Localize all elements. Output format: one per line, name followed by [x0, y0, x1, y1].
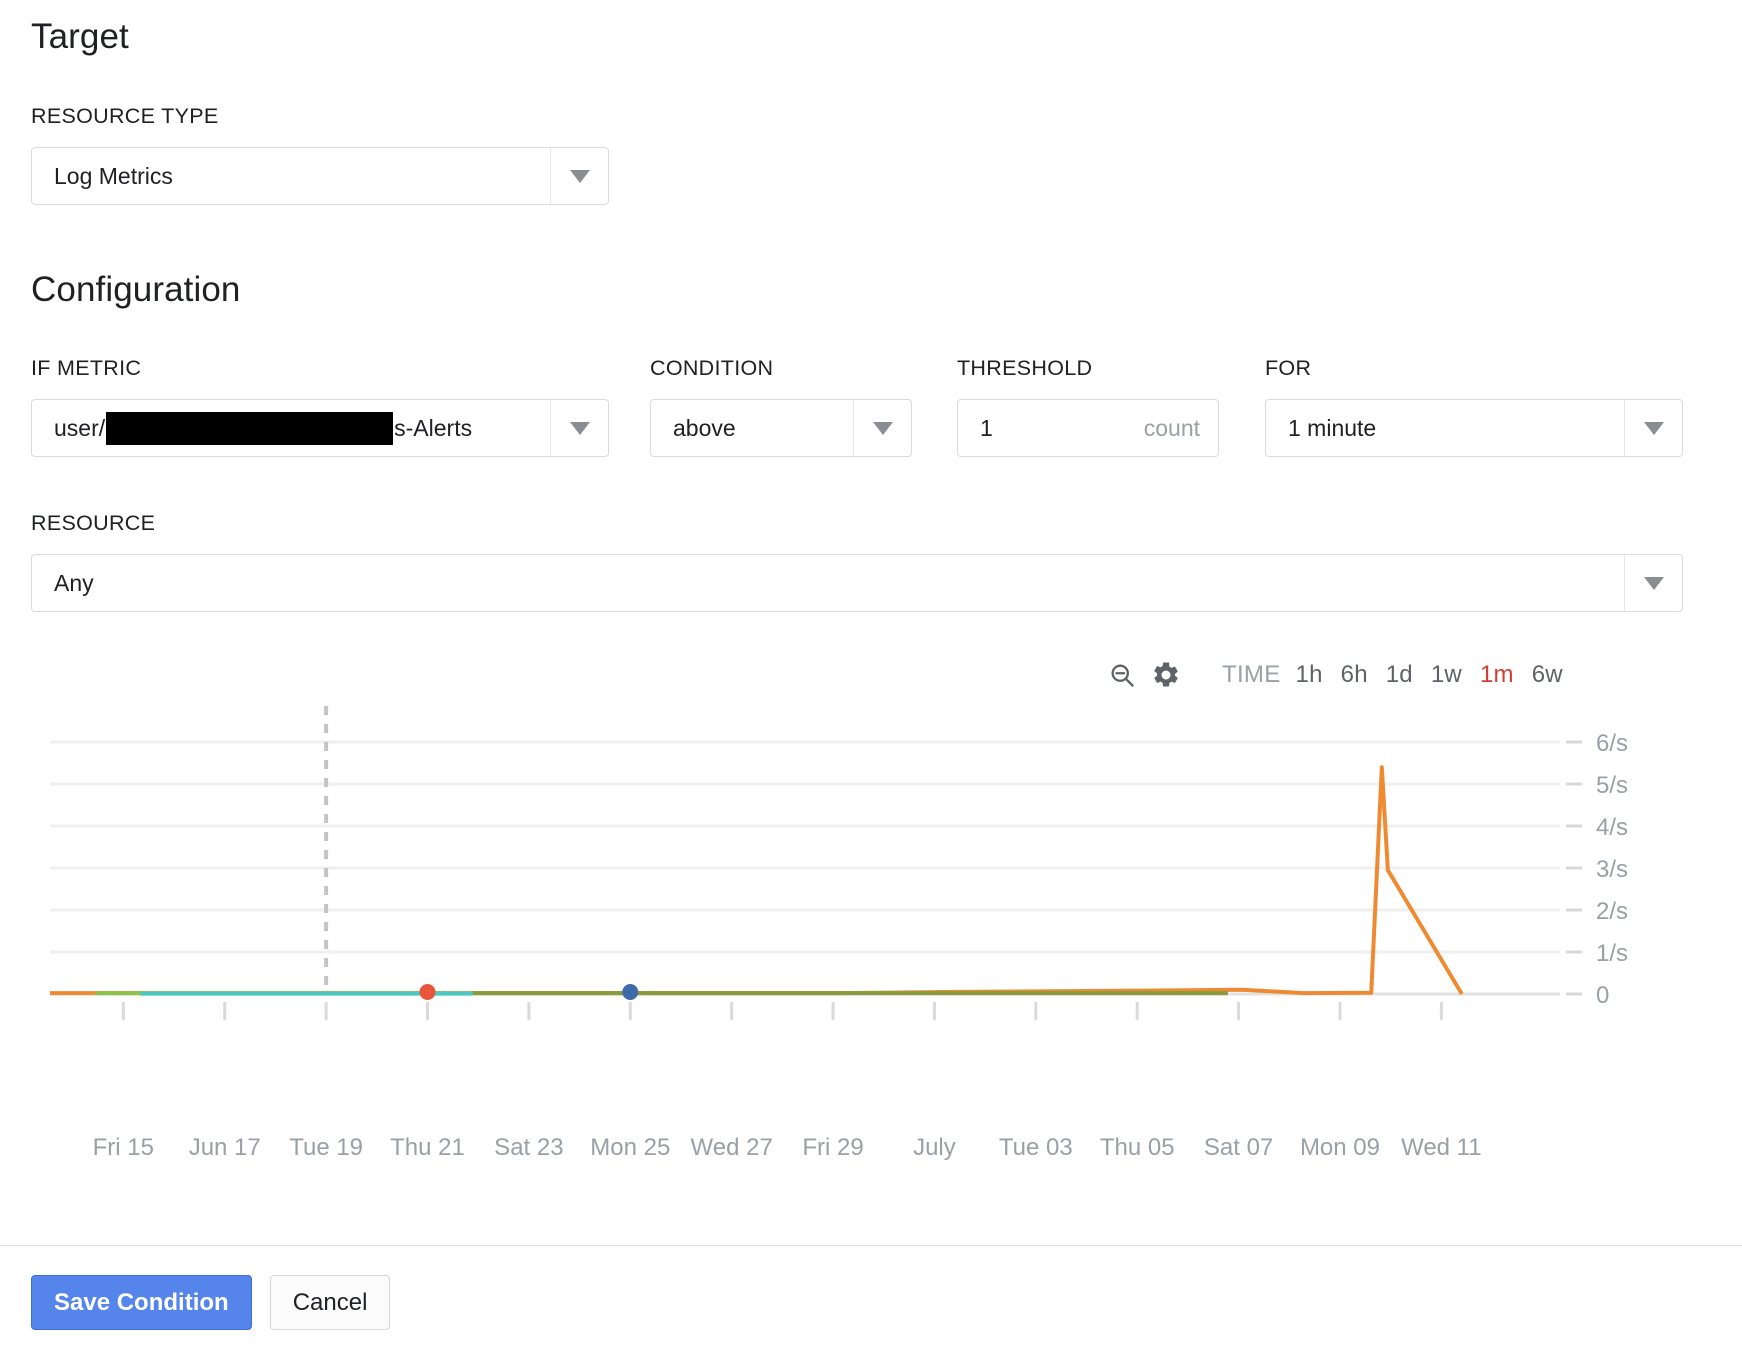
x-tick-label: Fri 29	[802, 1134, 864, 1161]
x-tick-label: July	[913, 1134, 956, 1161]
svg-text:0: 0	[1596, 982, 1609, 1009]
range-1m[interactable]: 1m	[1471, 661, 1523, 689]
if-metric-suffix: s-Alerts	[394, 414, 473, 441]
threshold-value: 1	[980, 414, 993, 441]
resource-value: Any	[54, 569, 94, 596]
chart-x-axis: Fri 15 Jun 17 Tue 19 Thu 21 Sat 23 Mon 25 Wed …	[0, 1128, 1742, 1168]
x-tick-label: Mon 25	[590, 1134, 671, 1161]
for-value: 1 minute	[1288, 414, 1377, 441]
range-6h[interactable]: 6h	[1332, 661, 1377, 689]
for-select[interactable]: 1 minute	[1265, 399, 1683, 457]
footer-actions: Save Condition Cancel	[31, 1275, 391, 1330]
chevron-down-icon[interactable]	[853, 400, 911, 456]
x-tick-label: Jun 17	[188, 1134, 261, 1161]
svg-text:6/s: 6/s	[1596, 730, 1628, 757]
x-tick-label: Mon 09	[1299, 1134, 1380, 1161]
gear-icon[interactable]	[1144, 655, 1188, 695]
threshold-input[interactable]: 1 count	[957, 399, 1219, 457]
series-line	[50, 765, 1464, 996]
chart-gridlines	[50, 740, 1582, 996]
x-tick-label: Fri 15	[92, 1134, 155, 1161]
range-6w[interactable]: 6w	[1523, 661, 1572, 689]
range-1h[interactable]: 1h	[1287, 661, 1332, 689]
footer-divider	[0, 1245, 1742, 1246]
chart-x-axis-ticks	[121, 1002, 1443, 1020]
range-1w[interactable]: 1w	[1422, 661, 1471, 689]
if-metric-select[interactable]: user/s-Alerts	[31, 399, 609, 457]
range-1d[interactable]: 1d	[1377, 661, 1422, 689]
condition-label: CONDITION	[650, 356, 774, 380]
point-marker-blue	[622, 984, 639, 1000]
x-tick-label: Sat 23	[494, 1134, 564, 1161]
redaction-block	[106, 411, 394, 445]
x-tick-label: Thu 05	[1099, 1134, 1175, 1161]
time-label: TIME	[1222, 661, 1281, 688]
resource-type-label: RESOURCE TYPE	[31, 104, 219, 128]
if-metric-value: user/s-Alerts	[32, 400, 550, 456]
resource-select[interactable]: Any	[31, 554, 1683, 612]
save-condition-button[interactable]: Save Condition	[31, 1275, 252, 1330]
svg-text:3/s: 3/s	[1596, 856, 1628, 883]
condition-select[interactable]: above	[650, 399, 912, 457]
chevron-down-icon[interactable]	[550, 400, 608, 456]
svg-text:1/s: 1/s	[1596, 940, 1628, 967]
chevron-down-icon[interactable]	[550, 148, 608, 204]
if-metric-prefix: user/	[54, 414, 106, 441]
metric-chart[interactable]: 6/s 5/s 4/s 3/s 2/s 1/s 0	[0, 690, 1742, 1130]
cancel-button[interactable]: Cancel	[269, 1275, 391, 1330]
svg-text:4/s: 4/s	[1596, 814, 1628, 841]
threshold-label: THRESHOLD	[957, 356, 1093, 380]
chevron-down-icon[interactable]	[1624, 555, 1682, 611]
chart-toolbar: TIME 1h 6h 1d 1w 1m 6w	[1100, 655, 1572, 695]
x-tick-label: Tue 03	[998, 1134, 1073, 1161]
point-marker-red	[419, 984, 436, 1000]
x-tick-label: Tue 19	[289, 1134, 364, 1161]
chevron-down-icon[interactable]	[1624, 400, 1682, 456]
svg-text:2/s: 2/s	[1596, 898, 1628, 925]
for-label: FOR	[1265, 356, 1312, 380]
threshold-unit: count	[1143, 414, 1200, 441]
page-title: Target	[31, 17, 129, 56]
resource-label: RESOURCE	[31, 511, 156, 535]
svg-text:5/s: 5/s	[1596, 772, 1628, 799]
x-tick-label: Thu 21	[390, 1134, 465, 1161]
if-metric-label: IF METRIC	[31, 356, 142, 380]
x-tick-label: Sat 07	[1203, 1134, 1274, 1161]
configuration-heading: Configuration	[31, 270, 241, 309]
x-tick-label: Wed 27	[690, 1134, 773, 1161]
resource-type-value: Log Metrics	[54, 162, 173, 189]
zoom-out-icon[interactable]	[1100, 655, 1144, 695]
resource-type-select[interactable]: Log Metrics	[31, 147, 609, 205]
chart-series	[50, 765, 1464, 996]
condition-value: above	[673, 414, 736, 441]
x-tick-label: Wed 11	[1401, 1134, 1482, 1161]
chart-y-axis-labels: 6/s 5/s 4/s 3/s 2/s 1/s 0	[1596, 730, 1628, 1009]
